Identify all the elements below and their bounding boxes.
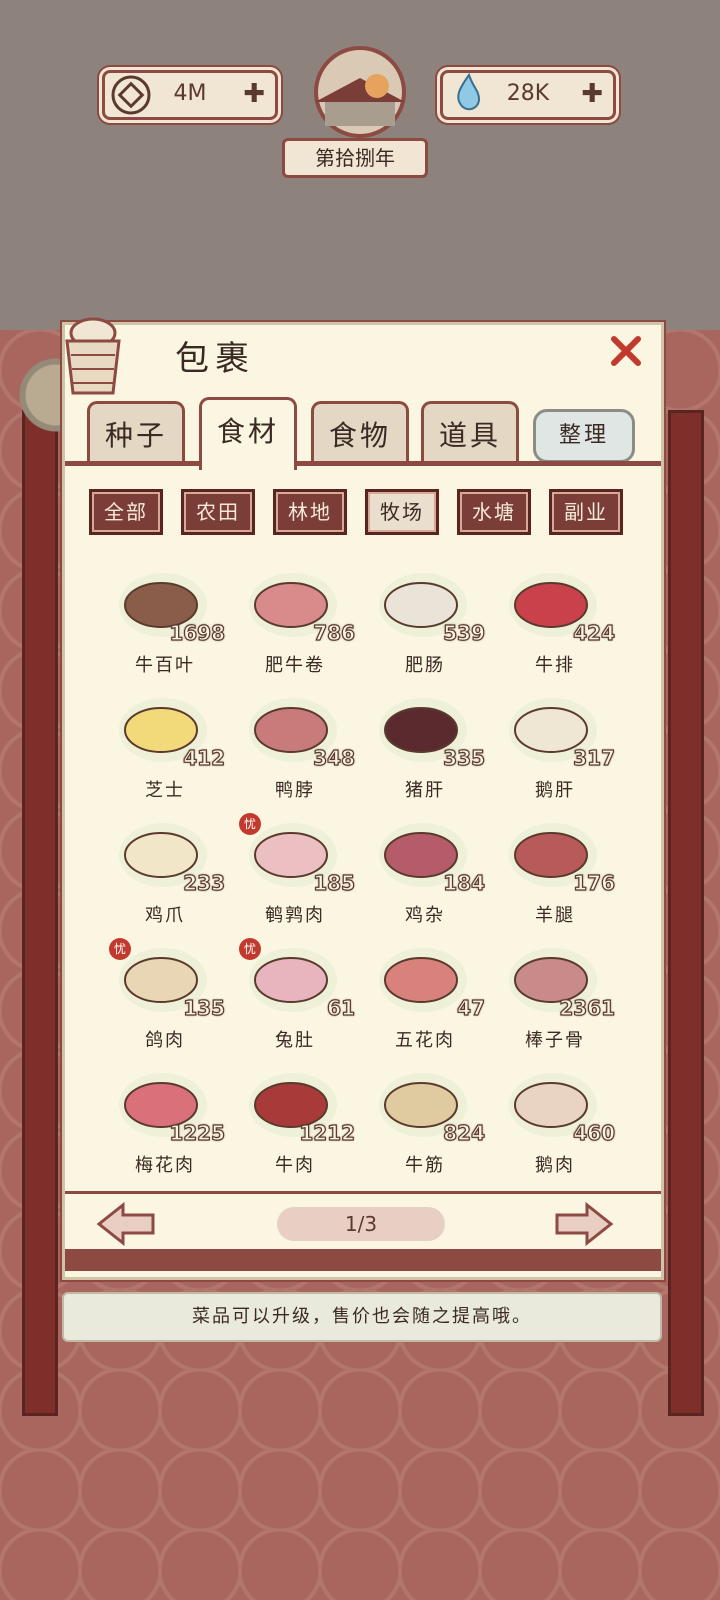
coin-counter[interactable]: 4M ✚: [102, 70, 278, 120]
item-count: 2361: [559, 995, 616, 1020]
inventory-item[interactable]: 460 鹅肉: [495, 1069, 616, 1179]
item-name: 牛肉: [275, 1155, 315, 1176]
wild-badge-icon: 忧: [239, 938, 261, 960]
tab-seeds[interactable]: 种子: [87, 401, 185, 466]
tip-banner: 菜品可以升级，售价也会随之提高哦。: [62, 1292, 662, 1342]
pillar-left: [22, 410, 58, 1416]
inventory-item[interactable]: 忧 185 鹌鹑肉: [235, 813, 356, 929]
item-count: 412: [183, 745, 226, 770]
next-page-arrow-icon[interactable]: [553, 1201, 615, 1247]
inventory-item[interactable]: 184 鸡杂: [365, 819, 486, 929]
item-name: 肥肠: [405, 655, 445, 676]
item-name: 兔肚: [275, 1030, 315, 1051]
sort-button[interactable]: 整理: [533, 409, 635, 463]
item-count: 61: [327, 995, 356, 1020]
inventory-item[interactable]: 忧 135 鸽肉: [105, 938, 226, 1054]
item-name: 肥牛卷: [265, 655, 325, 676]
item-name: 牛筋: [405, 1155, 445, 1176]
item-count: 233: [183, 870, 226, 895]
inventory-item[interactable]: 412 芝士: [105, 694, 226, 804]
item-count: 1698: [169, 620, 226, 645]
item-count: 460: [573, 1120, 616, 1145]
item-count: 335: [443, 745, 486, 770]
panel-header: 包裹: [65, 317, 661, 395]
restaurant-emblem-icon: [314, 46, 406, 138]
inventory-item[interactable]: 忧 61 兔肚: [235, 938, 356, 1054]
tab-food[interactable]: 食物: [311, 401, 409, 466]
bag-panel: 包裹 种子 食材 食物 道具 整理 全部 农田 林地 牧场 水塘 副业 1698…: [62, 317, 664, 1280]
inventory-item[interactable]: 824 牛筋: [365, 1069, 486, 1179]
inventory-item[interactable]: 539 肥肠: [365, 569, 486, 679]
pillar-right: [668, 410, 704, 1416]
item-count: 135: [183, 995, 226, 1020]
item-name: 羊腿: [535, 905, 575, 926]
filter-sideline[interactable]: 副业: [549, 489, 623, 535]
inventory-item[interactable]: 335 猪肝: [365, 694, 486, 804]
panel-footer: [65, 1249, 661, 1271]
item-count: 185: [313, 870, 356, 895]
inventory-item[interactable]: 317 鹅肝: [495, 694, 616, 804]
item-count: 424: [573, 620, 616, 645]
item-name: 鸡爪: [145, 905, 185, 926]
add-water-button[interactable]: ✚: [581, 79, 603, 109]
item-name: 牛排: [535, 655, 575, 676]
inventory-item[interactable]: 2361 棒子骨: [495, 944, 616, 1054]
inventory-item[interactable]: 786 肥牛卷: [235, 569, 356, 679]
inventory-item[interactable]: 1225 梅花肉: [105, 1069, 226, 1179]
filter-farmland[interactable]: 农田: [181, 489, 255, 535]
close-icon[interactable]: [605, 331, 645, 371]
add-coins-button[interactable]: ✚: [243, 79, 265, 109]
inventory-item[interactable]: 1698 牛百叶: [105, 569, 226, 679]
item-name: 牛百叶: [135, 655, 195, 676]
item-name: 猪肝: [405, 780, 445, 801]
item-name: 鸭脖: [275, 780, 315, 801]
inventory-item[interactable]: 1212 牛肉: [235, 1069, 356, 1179]
item-name: 鸽肉: [145, 1030, 185, 1051]
inventory-item[interactable]: 233 鸡爪: [105, 819, 226, 929]
wild-badge-icon: 忧: [239, 813, 261, 835]
inventory-item[interactable]: 348 鸭脖: [235, 694, 356, 804]
wild-badge-icon: 忧: [109, 938, 131, 960]
filter-all[interactable]: 全部: [89, 489, 163, 535]
item-count: 47: [457, 995, 486, 1020]
inventory-item[interactable]: 424 牛排: [495, 569, 616, 679]
water-counter[interactable]: 28K ✚: [440, 70, 616, 120]
inventory-item[interactable]: 176 羊腿: [495, 819, 616, 929]
item-count: 539: [443, 620, 486, 645]
item-name: 鸡杂: [405, 905, 445, 926]
inventory-item[interactable]: 47 五花肉: [365, 944, 486, 1054]
prev-page-arrow-icon[interactable]: [95, 1201, 157, 1247]
item-name: 鹌鹑肉: [265, 905, 325, 926]
item-count: 824: [443, 1120, 486, 1145]
item-count: 786: [313, 620, 356, 645]
item-name: 鹅肝: [535, 780, 575, 801]
item-count: 317: [573, 745, 616, 770]
item-name: 芝士: [145, 780, 185, 801]
item-count: 184: [443, 870, 486, 895]
filter-pasture[interactable]: 牧场: [365, 489, 439, 535]
year-label: 第拾捌年: [282, 138, 428, 178]
tab-divider: [65, 461, 661, 466]
tab-items[interactable]: 道具: [421, 401, 519, 466]
page-indicator: 1/3: [277, 1207, 445, 1241]
item-name: 棒子骨: [525, 1030, 585, 1051]
filter-pond[interactable]: 水塘: [457, 489, 531, 535]
item-name: 五花肉: [395, 1030, 455, 1051]
footer-divider: [65, 1191, 661, 1194]
item-count: 1212: [299, 1120, 356, 1145]
item-name: 鹅肉: [535, 1155, 575, 1176]
item-count: 348: [313, 745, 356, 770]
filter-woodland[interactable]: 林地: [273, 489, 347, 535]
item-count: 1225: [169, 1120, 226, 1145]
item-count: 176: [573, 870, 616, 895]
basket-icon: [65, 317, 121, 395]
item-name: 梅花肉: [135, 1155, 195, 1176]
panel-title: 包裹: [175, 339, 255, 379]
tab-ingredients[interactable]: 食材: [199, 397, 297, 470]
